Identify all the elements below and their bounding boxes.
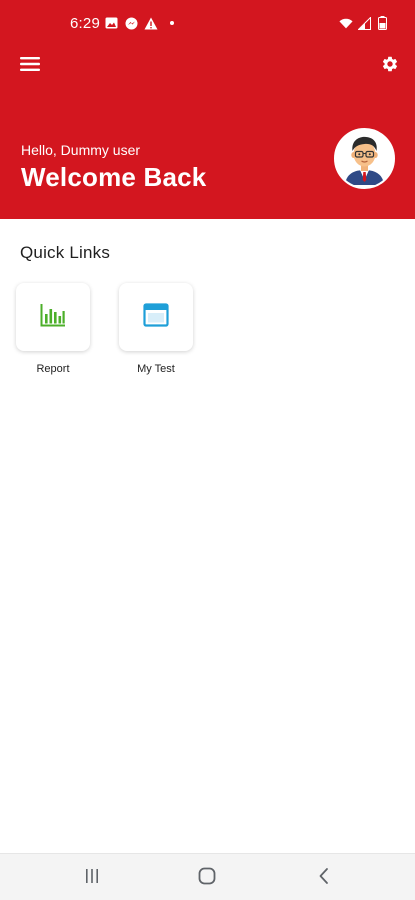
back-button[interactable]	[312, 866, 336, 890]
home-button[interactable]	[195, 866, 219, 890]
avatar-illustration	[336, 130, 393, 187]
wifi-icon	[339, 16, 353, 30]
quick-link-label: Report	[36, 363, 70, 375]
status-icons-right	[339, 16, 389, 30]
quick-links-title: Quick Links	[20, 243, 111, 262]
menu-button[interactable]	[17, 54, 43, 78]
warning-icon	[144, 16, 158, 30]
status-icons-left	[104, 16, 174, 30]
home-icon	[198, 867, 216, 890]
image-icon	[104, 16, 118, 30]
signal-icon	[357, 16, 371, 30]
avatar[interactable]	[334, 128, 395, 189]
status-bar: 6:29	[0, 0, 415, 46]
back-icon	[317, 867, 331, 890]
status-time: 6:29	[70, 15, 100, 32]
window-icon	[143, 302, 169, 332]
page-title: Welcome Back	[21, 162, 207, 192]
quick-link-report[interactable]: Report	[15, 283, 91, 375]
battery-icon	[375, 16, 389, 30]
gear-icon	[381, 55, 399, 78]
quick-link-card[interactable]	[119, 283, 193, 351]
messenger-icon	[124, 16, 138, 30]
settings-button[interactable]	[378, 54, 402, 78]
dot-icon	[170, 21, 174, 25]
quick-link-card[interactable]	[16, 283, 90, 351]
greeting-text: Hello, Dummy user	[21, 142, 141, 158]
system-nav-bar	[0, 853, 415, 900]
recent-apps-icon	[84, 868, 100, 889]
recent-apps-button[interactable]	[80, 866, 104, 890]
hamburger-menu-icon	[20, 56, 40, 77]
quick-link-label: My Test	[137, 363, 175, 375]
quick-link-my-test[interactable]: My Test	[118, 283, 194, 375]
bar-chart-icon	[40, 303, 66, 332]
app-header: 6:29 Hello, Dummy user Welcome Back	[0, 0, 415, 219]
